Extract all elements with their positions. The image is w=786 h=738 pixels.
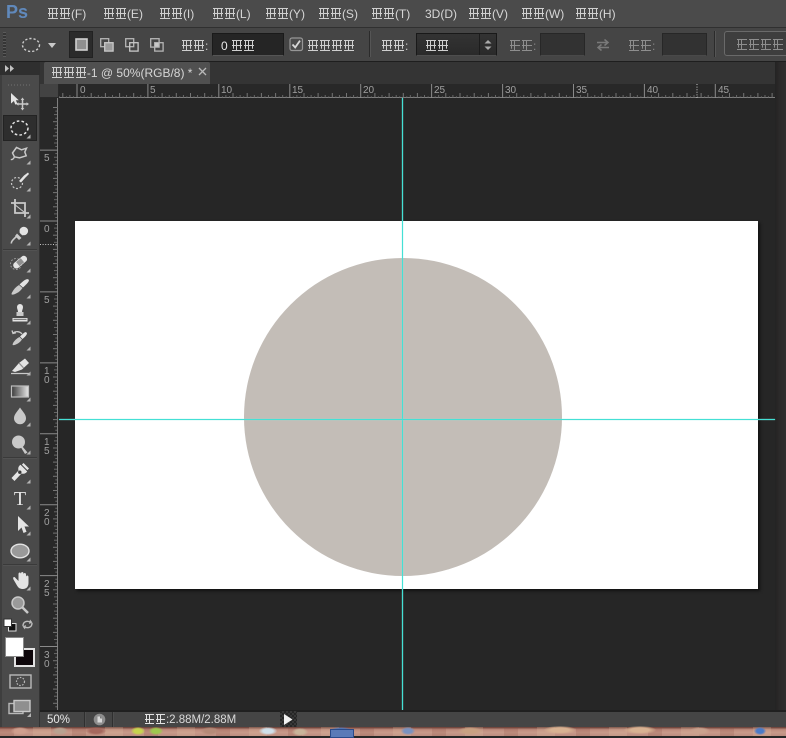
svg-text:T: T — [14, 488, 26, 510]
